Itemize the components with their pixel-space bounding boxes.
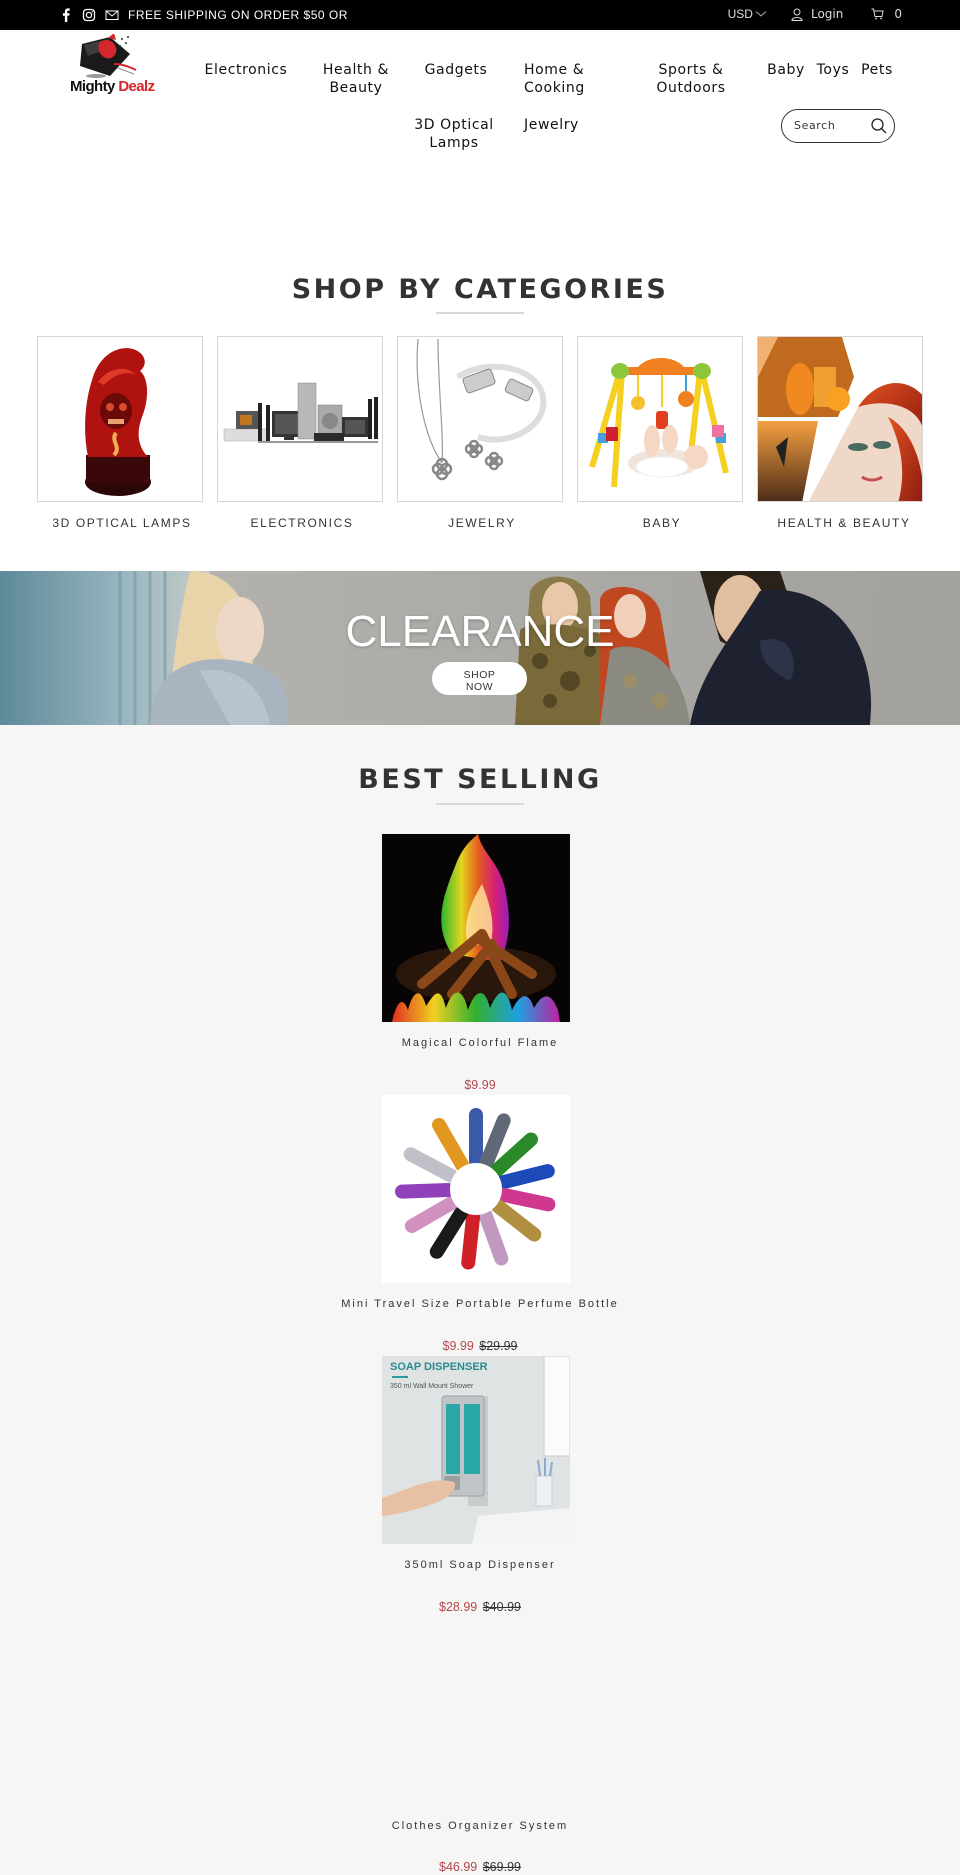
cart-count: 0 [894, 7, 902, 21]
category-label-jewelry[interactable]: JEWELRY [392, 516, 572, 530]
login-link[interactable]: Login [791, 7, 843, 21]
facebook-icon[interactable] [58, 7, 74, 23]
product-price: $9.99 [0, 1078, 960, 1092]
categories-title: SHOP BY CATEGORIES [291, 274, 669, 305]
promo-text: FREE SHIPPING ON ORDER $50 OR [128, 8, 348, 22]
category-card-baby[interactable] [577, 336, 743, 502]
banner-title: CLEARANCE [345, 607, 615, 656]
currency-value: USD [727, 7, 753, 21]
nav-health-beauty[interactable]: Health & Beauty [320, 61, 392, 97]
clearance-banner[interactable]: CLEARANCE SHOP NOW [0, 571, 960, 725]
chevron-down-icon [755, 11, 767, 17]
image-caption-subtitle: 350 ml Wall Mount Shower [390, 1383, 474, 1390]
nav-toys[interactable]: Toys [815, 61, 851, 79]
nav-3d-optical-lamps[interactable]: 3D Optical Lamps [412, 116, 496, 152]
product-name[interactable]: 350ml Soap Dispenser [0, 1559, 960, 1571]
search-input[interactable] [794, 119, 870, 132]
nav-gadgets[interactable]: Gadgets [424, 61, 488, 79]
product-price: $28.99 $40.99 [0, 1600, 960, 1614]
login-label: Login [810, 7, 844, 21]
image-caption-title: SOAP DISPENSER [390, 1361, 488, 1373]
nav-sports-outdoors[interactable]: Sports & Outdoors [650, 61, 732, 97]
site-header: Mighty Dealz Electronics Health & Beauty… [0, 30, 960, 160]
mail-icon[interactable] [104, 7, 120, 23]
topbar-actions: USD Login 0 [728, 7, 902, 21]
product-image-magical-colorful-flame[interactable] [382, 834, 570, 1022]
nav-baby[interactable]: Baby [766, 61, 806, 79]
product-photo [382, 1095, 570, 1283]
product-name[interactable]: Magical Colorful Flame [0, 1037, 960, 1049]
category-label-electronics[interactable]: ELECTRONICS [212, 516, 392, 530]
shop-now-button[interactable]: SHOP NOW [432, 662, 527, 695]
cart-icon [871, 8, 884, 20]
category-card-3d-optical-lamps[interactable] [37, 336, 203, 502]
nav-pets[interactable]: Pets [859, 61, 895, 79]
product-image-soap-dispenser[interactable]: SOAP DISPENSER 350 ml Wall Mount Shower [382, 1356, 570, 1544]
product-photo [382, 834, 570, 1022]
product-name[interactable]: Clothes Organizer System [0, 1820, 960, 1832]
title-divider [436, 803, 524, 805]
nav-jewelry[interactable]: Jewelry [524, 116, 588, 134]
announcement-bar: FREE SHIPPING ON ORDER $50 OR USD Login … [0, 0, 960, 30]
category-image-electronics [218, 337, 382, 501]
category-label-baby[interactable]: BABY [572, 516, 752, 530]
category-card-jewelry[interactable] [397, 336, 563, 502]
title-divider [436, 312, 524, 314]
nav-electronics[interactable]: Electronics [204, 61, 288, 79]
compare-price: $29.99 [479, 1339, 518, 1353]
product-price: $46.99 $69.99 [0, 1860, 960, 1874]
logo-wordmark: Mighty Dealz [70, 78, 155, 95]
sale-price: $9.99 [442, 1339, 474, 1353]
nav-home-cooking[interactable]: Home & Cooking [524, 61, 588, 97]
site-logo[interactable]: Mighty Dealz [70, 34, 165, 100]
search-box [781, 109, 895, 143]
sale-price: $46.99 [439, 1860, 478, 1874]
price-tag-logo-icon [80, 34, 137, 78]
category-card-electronics[interactable] [217, 336, 383, 502]
user-icon [791, 8, 803, 21]
currency-selector[interactable]: USD [728, 7, 767, 21]
product-price: $9.99 $29.99 [0, 1339, 960, 1353]
compare-price: $40.99 [482, 1600, 521, 1614]
social-links [58, 7, 127, 23]
best-selling-title: BEST SELLING [358, 764, 602, 795]
product-name[interactable]: Mini Travel Size Portable Perfume Bottle [0, 1298, 960, 1310]
product-image-perfume-bottle[interactable] [382, 1095, 570, 1283]
category-card-health-beauty[interactable] [757, 336, 923, 502]
instagram-icon[interactable] [81, 7, 97, 23]
category-image-baby [578, 337, 742, 501]
cart-link[interactable]: 0 [871, 7, 902, 21]
sale-price: $9.99 [464, 1078, 496, 1092]
search-icon[interactable] [870, 117, 888, 135]
category-image-jewelry [398, 337, 562, 501]
category-image-3d-lamp [38, 337, 202, 501]
category-image-health-beauty [758, 337, 922, 501]
sale-price: $28.99 [439, 1600, 478, 1614]
category-label-health-beauty[interactable]: HEALTH & BEAUTY [754, 516, 934, 530]
compare-price: $69.99 [482, 1860, 521, 1874]
category-label-3d-optical-lamps[interactable]: 3D OPTICAL LAMPS [32, 516, 212, 530]
